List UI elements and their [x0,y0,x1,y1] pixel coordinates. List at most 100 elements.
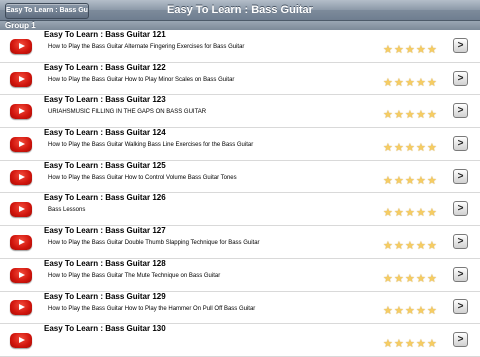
star-icon: ★ [416,141,426,154]
star-icon: ★ [394,207,404,220]
list-item[interactable]: Easy To Learn : Bass Guitar 125 How to Pl… [0,160,480,194]
list-item[interactable]: Easy To Learn : Bass Guitar 124 How to Pl… [0,128,480,161]
play-video-icon[interactable] [10,38,32,54]
item-subtitle: How to Play the Bass Guitar How to Play … [48,76,235,83]
item-subtitle: How to Play the Bass Guitar The Mute Tec… [48,272,221,279]
item-subtitle: How to Play the Bass Guitar Alternate Fi… [48,44,245,50]
star-icon: ★ [416,305,426,318]
list-item[interactable]: Easy To Learn : Bass Guitar 128 How to Pl… [0,258,480,292]
star-icon: ★ [416,76,426,89]
item-title: Easy To Learn : Bass Guitar 122 [44,62,166,72]
star-icon: ★ [427,207,437,220]
star-icon: ★ [383,76,393,89]
play-video-icon[interactable] [10,104,32,120]
item-title: Easy To Learn : Bass Guitar 123 [44,95,166,105]
star-icon: ★ [394,239,404,252]
item-title: Easy To Learn : Bass Guitar 128 [44,258,166,268]
star-icon: ★ [405,174,415,187]
chevron-right-button[interactable]: > [453,332,468,348]
star-icon: ★ [416,272,426,285]
star-icon: ★ [427,272,437,285]
rating-stars: ★★★★★ [383,40,438,55]
star-icon: ★ [416,207,426,220]
star-icon: ★ [416,338,426,351]
play-video-icon[interactable] [10,71,32,87]
rating-stars: ★★★★★ [383,105,438,121]
play-video-icon[interactable] [10,136,32,152]
item-subtitle: How to Play the Bass Guitar Walking Bass… [48,142,254,149]
chevron-right-button[interactable]: > [453,201,468,217]
play-video-icon[interactable] [10,234,32,250]
list-item[interactable]: Easy To Learn : Bass Guitar 129 How to Pl… [0,291,480,325]
star-icon: ★ [383,174,393,187]
play-video-icon[interactable] [10,267,32,283]
star-icon: ★ [427,76,437,89]
group-header: Group 1 [0,21,480,30]
star-icon: ★ [427,141,437,154]
rating-stars: ★★★★★ [383,73,438,88]
star-icon: ★ [405,272,415,285]
item-title: Easy To Learn : Bass Guitar 125 [44,160,166,170]
star-icon: ★ [394,76,404,89]
star-icon: ★ [405,43,415,56]
item-subtitle: How to Play the Bass Guitar Double Thumb… [48,240,260,247]
star-icon: ★ [405,76,415,89]
item-subtitle: URIAHSMUSIC FILLING IN THE GAPS ON BASS … [48,109,207,116]
list-item[interactable]: Easy To Learn : Bass Guitar 123 URIAHSMUS… [0,95,480,129]
star-icon: ★ [394,174,404,187]
rating-stars: ★★★★★ [383,334,438,350]
star-icon: ★ [383,305,393,318]
item-title: Easy To Learn : Bass Guitar 121 [44,30,166,39]
chevron-right-button[interactable]: > [453,70,468,86]
rating-stars: ★★★★★ [383,236,438,251]
item-title: Easy To Learn : Bass Guitar 124 [44,128,166,138]
item-title: Easy To Learn : Bass Guitar 127 [44,226,166,236]
play-video-icon[interactable] [10,202,32,218]
list-item[interactable]: Easy To Learn : Bass Guitar 126 Bass Less… [0,193,480,227]
play-video-icon[interactable] [10,300,32,316]
star-icon: ★ [394,272,404,285]
star-icon: ★ [416,174,426,187]
star-icon: ★ [427,239,437,252]
star-icon: ★ [405,207,415,220]
star-icon: ★ [405,305,415,318]
video-list: Easy To Learn : Bass Guitar 121 How to Pl… [0,30,480,357]
star-icon: ★ [427,43,437,56]
list-item[interactable]: Easy To Learn : Bass Guitar 127 How to Pl… [0,226,480,259]
rating-stars: ★★★★★ [383,138,438,153]
chevron-right-button[interactable]: > [453,266,468,282]
star-icon: ★ [405,109,415,122]
star-icon: ★ [405,141,415,154]
list-item[interactable]: Easy To Learn : Bass Guitar 122 How to Pl… [0,62,480,96]
star-icon: ★ [427,109,437,122]
play-video-icon[interactable] [10,169,32,185]
rating-stars: ★★★★★ [383,269,438,284]
chevron-right-button[interactable]: > [453,233,468,249]
chevron-right-button[interactable]: > [453,299,468,315]
star-icon: ★ [383,239,393,252]
star-icon: ★ [394,109,404,122]
item-subtitle: Bass Lessons [48,207,86,214]
item-subtitle: How to Play the Bass Guitar How to Contr… [48,174,237,181]
play-video-icon[interactable] [10,333,32,349]
navigation-bar: Easy To Learn : Bass Guitar Easy To Lear… [0,0,480,21]
star-icon: ★ [416,109,426,122]
star-icon: ★ [383,141,393,154]
chevron-right-button[interactable]: > [453,135,468,151]
star-icon: ★ [394,305,404,318]
list-item[interactable]: Easy To Learn : Bass Guitar 130 ★★★★★ > [0,324,480,357]
star-icon: ★ [427,174,437,187]
star-icon: ★ [416,239,426,252]
item-title: Easy To Learn : Bass Guitar 126 [44,193,166,203]
star-icon: ★ [416,43,426,56]
star-icon: ★ [427,338,437,351]
chevron-right-button[interactable]: > [453,37,468,53]
page-title: Easy To Learn : Bass Guitar [167,4,313,16]
rating-stars: ★★★★★ [383,301,438,317]
list-item[interactable]: Easy To Learn : Bass Guitar 121 How to Pl… [0,30,480,63]
star-icon: ★ [394,43,404,56]
item-title: Easy To Learn : Bass Guitar 129 [44,291,166,301]
chevron-right-button[interactable]: > [453,103,468,119]
chevron-right-button[interactable]: > [453,168,468,184]
star-icon: ★ [427,305,437,318]
